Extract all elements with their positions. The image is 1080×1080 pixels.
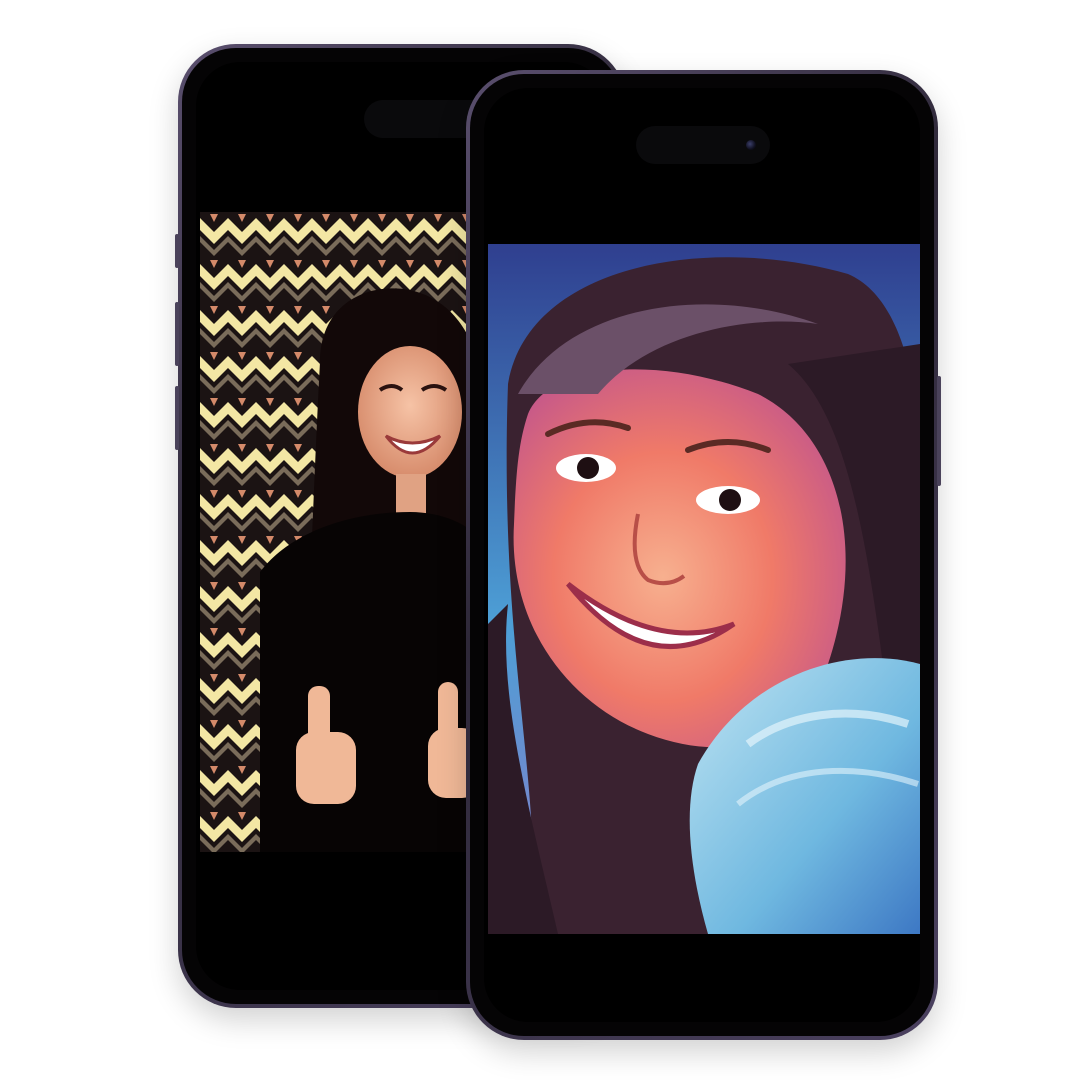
phone-screen: [484, 88, 920, 1022]
mockup-stage: [0, 0, 1080, 1080]
phone-bezel: [470, 74, 934, 1036]
phone-front: [466, 70, 941, 1040]
painted-portrait: [488, 244, 920, 934]
camera-icon: [746, 140, 756, 150]
volume-button: [175, 386, 179, 450]
volume-button: [175, 234, 179, 268]
power-button: [937, 376, 941, 486]
portrait-photo: [200, 212, 480, 852]
dynamic-island: [636, 126, 770, 164]
volume-button: [175, 302, 179, 366]
